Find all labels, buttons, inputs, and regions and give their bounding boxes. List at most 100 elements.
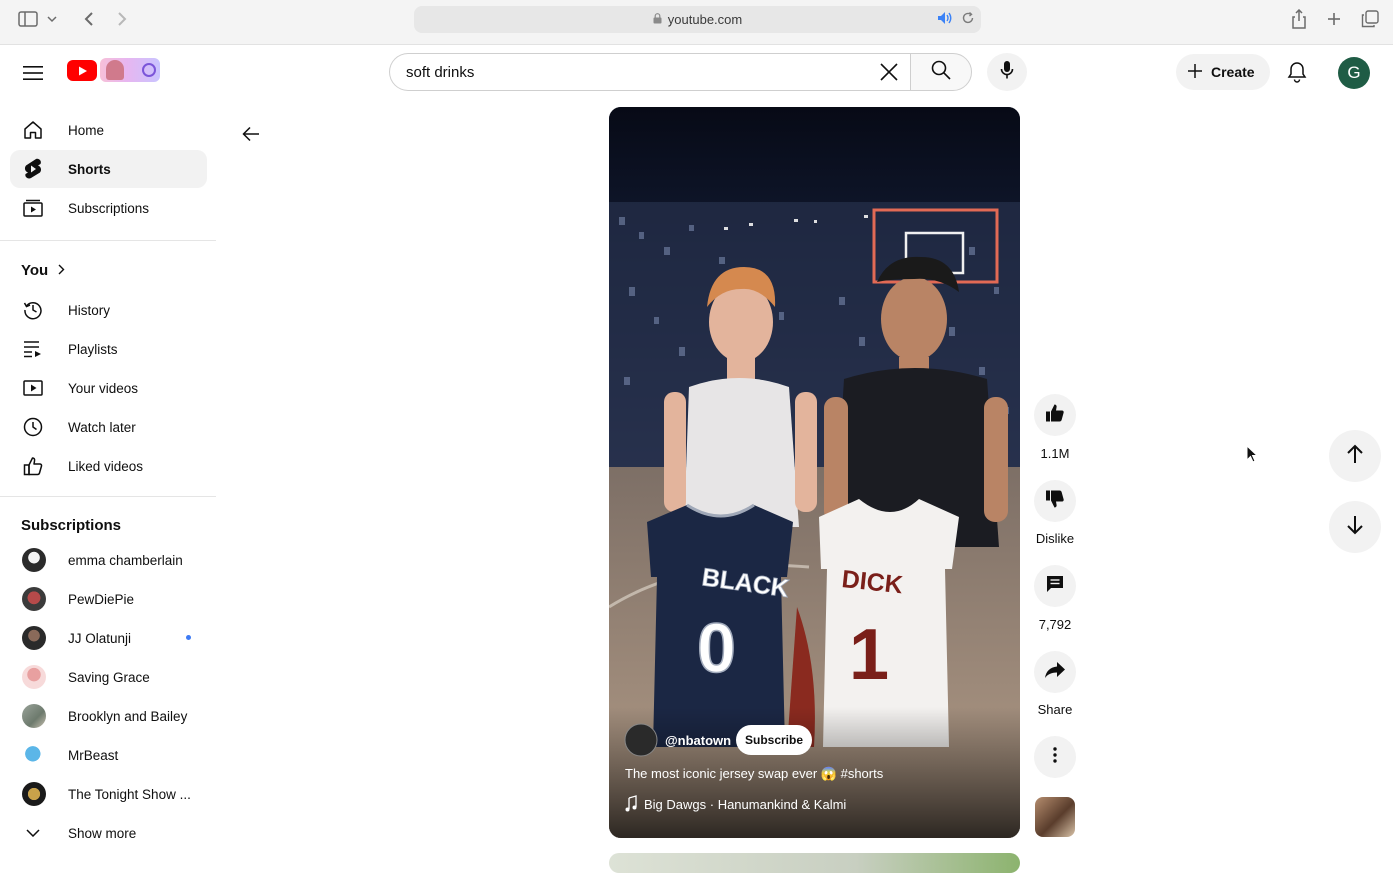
comment-count: 7,792 — [1038, 617, 1072, 632]
sidebar-item-label: Watch later — [68, 419, 136, 435]
more-vertical-icon — [1053, 746, 1057, 768]
sidebar-subscriptions-heading: Subscriptions — [21, 517, 121, 534]
watch-later-icon — [22, 416, 44, 438]
subscription-jj-olatunji[interactable]: JJ Olatunji — [10, 619, 207, 657]
notifications-button[interactable] — [1280, 57, 1314, 91]
sidebar-item-label: Shorts — [68, 161, 111, 177]
subscriptions-icon — [22, 197, 44, 219]
show-more-button[interactable]: Show more — [10, 814, 207, 852]
short-video-player[interactable]: BLACK 0 DICK 1 @nbatown Subscribe The mo… — [609, 107, 1020, 838]
subscription-label: MrBeast — [68, 747, 119, 763]
channel-avatar — [22, 782, 46, 806]
sidebar: Home Shorts Subscriptions You History Pl… — [0, 101, 216, 863]
sidebar-item-history[interactable]: History — [10, 291, 207, 329]
you-heading-label: You — [21, 262, 49, 279]
subscription-saving-grace[interactable]: Saving Grace — [10, 658, 207, 696]
share-icon — [1044, 661, 1066, 684]
search-icon — [931, 60, 951, 85]
youtube-logo[interactable] — [67, 60, 97, 81]
sidebar-item-label: Liked videos — [68, 458, 144, 474]
create-label: Create — [1211, 64, 1255, 80]
arrow-down-icon — [1346, 515, 1364, 540]
lock-icon — [653, 12, 662, 27]
thumbs-down-icon — [1045, 489, 1065, 514]
channel-avatar — [22, 743, 46, 767]
share-button[interactable] — [1034, 651, 1076, 693]
clear-search-icon[interactable] — [879, 62, 899, 86]
subscription-emma-chamberlain[interactable]: emma chamberlain — [10, 541, 207, 579]
previous-short-button[interactable] — [1329, 430, 1381, 482]
sidebar-item-home[interactable]: Home — [10, 111, 207, 149]
sidebar-you-heading[interactable]: You — [21, 262, 65, 279]
sidebar-item-playlists[interactable]: Playlists — [10, 330, 207, 368]
channel-avatar — [22, 704, 46, 728]
liked-videos-icon — [22, 455, 44, 477]
browser-back-icon[interactable] — [76, 7, 102, 31]
sidebar-divider — [0, 240, 216, 241]
search-button[interactable] — [910, 53, 972, 91]
like-button[interactable] — [1034, 394, 1076, 436]
subscription-label: The Tonight Show ... — [68, 786, 191, 802]
voice-search-button[interactable] — [987, 53, 1027, 91]
next-short-preview[interactable] — [609, 853, 1020, 873]
sidebar-item-your-videos[interactable]: Your videos — [10, 369, 207, 407]
short-title: The most iconic jersey swap ever 😱 #shor… — [625, 766, 884, 782]
tab-overview-icon[interactable] — [1357, 7, 1383, 31]
share-label: Share — [1037, 702, 1073, 717]
channel-avatar — [22, 548, 46, 572]
account-avatar[interactable]: G — [1338, 57, 1370, 89]
channel-name[interactable]: @nbatown — [665, 733, 731, 748]
jersey-right-number: 1 — [849, 615, 889, 695]
youtube-header: Create G — [0, 45, 1393, 101]
search-input[interactable] — [406, 63, 866, 81]
subscribe-label: Subscribe — [745, 733, 803, 747]
audio-playing-icon[interactable] — [937, 11, 953, 28]
sidebar-item-label: Your videos — [68, 380, 139, 396]
mouse-cursor-icon — [1246, 444, 1259, 468]
new-content-dot — [186, 635, 191, 640]
reload-icon[interactable] — [961, 11, 975, 28]
shorts-icon — [22, 158, 44, 180]
channel-avatar — [22, 665, 46, 689]
dislike-label: Dislike — [1035, 531, 1075, 546]
channel-avatar — [22, 587, 46, 611]
sidebar-item-label: History — [68, 302, 111, 318]
subscription-label: PewDiePie — [68, 591, 135, 607]
menu-icon[interactable] — [18, 58, 48, 88]
sidebar-item-label: Home — [68, 122, 105, 138]
address-bar[interactable]: youtube.com — [414, 6, 981, 33]
back-arrow-icon[interactable] — [237, 120, 265, 148]
sidebar-item-liked-videos[interactable]: Liked videos — [10, 447, 207, 485]
subscription-pewdiepie[interactable]: PewDiePie — [10, 580, 207, 618]
channel-avatar[interactable] — [624, 723, 658, 757]
share-browser-icon[interactable] — [1286, 7, 1312, 31]
chevron-down-icon[interactable] — [42, 7, 62, 31]
chevron-right-icon — [58, 262, 65, 279]
comments-button[interactable] — [1034, 565, 1076, 607]
create-button[interactable]: Create — [1176, 54, 1270, 90]
sidebar-item-watch-later[interactable]: Watch later — [10, 408, 207, 446]
subscription-brooklyn-and-bailey[interactable]: Brooklyn and Bailey — [10, 697, 207, 735]
browser-forward-icon[interactable] — [109, 7, 135, 31]
subscription-mrbeast[interactable]: MrBeast — [10, 736, 207, 774]
next-short-button[interactable] — [1329, 501, 1381, 553]
audio-track[interactable]: Big Dawgs · Hanumankind & Kalmi — [644, 797, 846, 812]
youtube-doodle[interactable] — [100, 58, 160, 82]
subscription-label: Saving Grace — [68, 669, 150, 685]
subscriptions-heading-label: Subscriptions — [21, 517, 122, 534]
more-actions-button[interactable] — [1034, 736, 1076, 778]
subscription-the-tonight-show[interactable]: The Tonight Show ... — [10, 775, 207, 813]
like-count: 1.1M — [1040, 446, 1070, 461]
sidebar-item-subscriptions[interactable]: Subscriptions — [10, 189, 207, 227]
sidebar-divider — [0, 496, 216, 497]
home-icon — [22, 119, 44, 141]
comment-icon — [1045, 574, 1065, 599]
audio-source-thumbnail[interactable] — [1035, 797, 1075, 837]
new-tab-icon[interactable] — [1321, 7, 1347, 31]
sidebar-toggle-icon[interactable] — [15, 7, 41, 31]
url-text: youtube.com — [667, 12, 743, 27]
sidebar-item-shorts[interactable]: Shorts — [10, 150, 207, 188]
dislike-button[interactable] — [1034, 480, 1076, 522]
arrow-up-icon — [1346, 444, 1364, 469]
search-bar — [389, 53, 911, 91]
